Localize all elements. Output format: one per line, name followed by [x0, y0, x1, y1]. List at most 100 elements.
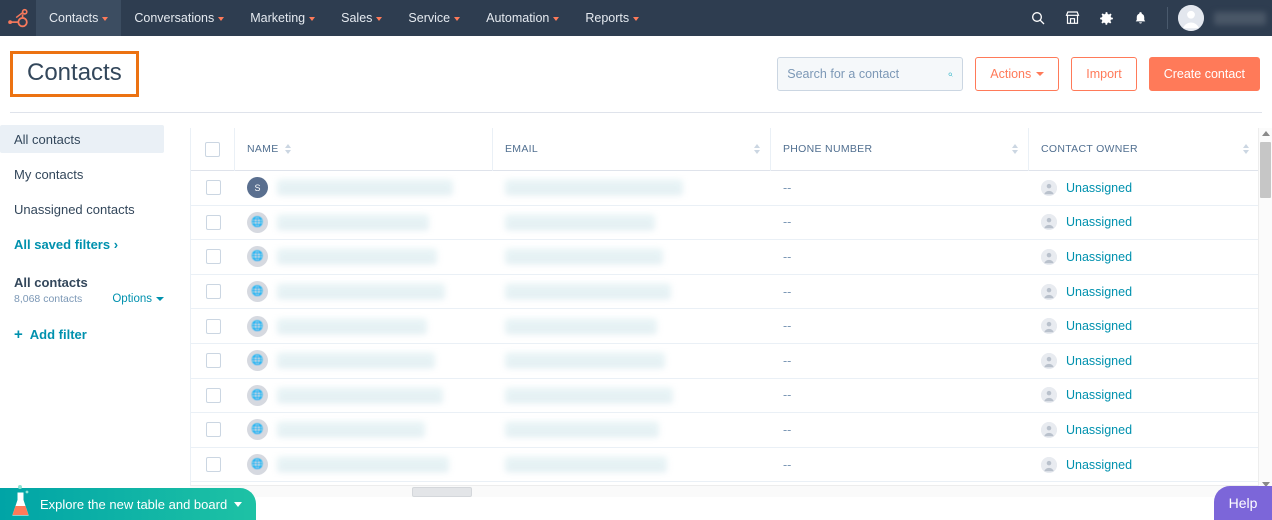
contact-owner-cell[interactable]: Unassigned	[1029, 274, 1258, 309]
row-checkbox[interactable]	[205, 457, 221, 473]
contact-email-redacted[interactable]	[505, 180, 683, 196]
scroll-up-icon[interactable]	[1262, 131, 1270, 136]
contact-owner-link[interactable]: Unassigned	[1066, 285, 1132, 299]
contact-name-redacted[interactable]	[277, 353, 435, 369]
sort-toggle[interactable]	[284, 144, 291, 154]
marketplace-icon[interactable]	[1055, 0, 1089, 36]
sort-toggle[interactable]	[1243, 144, 1249, 154]
email-cell[interactable]	[493, 205, 771, 240]
nav-item-service[interactable]: Service	[395, 0, 473, 36]
import-button[interactable]: Import	[1071, 57, 1137, 91]
table-row[interactable]: -- Unassigned	[191, 413, 1258, 448]
contact-email-redacted[interactable]	[505, 249, 663, 265]
name-cell[interactable]	[235, 240, 493, 275]
name-cell[interactable]	[235, 413, 493, 448]
contact-name-redacted[interactable]	[277, 214, 429, 230]
contact-name-redacted[interactable]	[277, 387, 443, 403]
vertical-scrollbar-thumb[interactable]	[1260, 142, 1271, 198]
vertical-scrollbar[interactable]	[1258, 128, 1272, 490]
contact-owner-cell[interactable]: Unassigned	[1029, 171, 1258, 206]
search-icon[interactable]	[1021, 0, 1055, 36]
contact-email-redacted[interactable]	[505, 353, 665, 369]
contact-owner-cell[interactable]: Unassigned	[1029, 447, 1258, 482]
column-header-contact-owner[interactable]: CONTACT OWNER	[1029, 128, 1258, 171]
nav-item-automation[interactable]: Automation	[473, 0, 572, 36]
table-row[interactable]: S -- Unassigned	[191, 171, 1258, 206]
contact-email-redacted[interactable]	[505, 318, 657, 334]
contact-name-redacted[interactable]	[277, 249, 437, 265]
contact-email-redacted[interactable]	[505, 284, 671, 300]
explore-new-table-banner[interactable]: Explore the new table and board	[0, 485, 257, 520]
sidebar-item-all-contacts[interactable]: All contacts	[0, 125, 164, 153]
sidebar-item-unassigned-contacts[interactable]: Unassigned contacts	[0, 195, 178, 223]
contact-owner-link[interactable]: Unassigned	[1066, 388, 1132, 402]
phone-number-cell[interactable]: --	[771, 343, 1029, 378]
horizontal-scrollbar[interactable]	[190, 485, 1258, 497]
nav-item-reports[interactable]: Reports	[572, 0, 652, 36]
row-checkbox[interactable]	[205, 249, 221, 265]
phone-number-cell[interactable]: --	[771, 274, 1029, 309]
phone-number-cell[interactable]: --	[771, 171, 1029, 206]
sort-toggle[interactable]	[754, 144, 760, 154]
table-row[interactable]: -- Unassigned	[191, 206, 1258, 241]
row-checkbox[interactable]	[205, 422, 221, 438]
phone-number-cell[interactable]: --	[771, 309, 1029, 344]
contact-name-redacted[interactable]	[277, 422, 425, 438]
select-all-checkbox[interactable]	[205, 141, 220, 157]
table-row[interactable]: -- Unassigned	[191, 448, 1258, 483]
phone-number-cell[interactable]: --	[771, 413, 1029, 448]
table-row[interactable]: -- Unassigned	[191, 275, 1258, 310]
email-cell[interactable]	[493, 413, 771, 448]
user-avatar[interactable]	[1178, 5, 1204, 31]
hubspot-logo[interactable]	[0, 0, 36, 36]
contact-email-redacted[interactable]	[505, 457, 667, 473]
contact-name-redacted[interactable]	[277, 180, 453, 196]
name-cell[interactable]	[235, 309, 493, 344]
email-cell[interactable]	[493, 343, 771, 378]
contact-owner-link[interactable]: Unassigned	[1066, 458, 1132, 472]
phone-number-cell[interactable]: --	[771, 378, 1029, 413]
contact-email-redacted[interactable]	[505, 214, 655, 230]
contact-search-box[interactable]	[777, 57, 964, 91]
column-header-phone-number[interactable]: PHONE NUMBER	[771, 128, 1029, 171]
contact-owner-link[interactable]: Unassigned	[1066, 319, 1132, 333]
row-checkbox[interactable]	[205, 214, 221, 230]
contact-owner-cell[interactable]: Unassigned	[1029, 309, 1258, 344]
contact-name-redacted[interactable]	[277, 457, 449, 473]
name-cell[interactable]: S	[235, 171, 493, 206]
name-cell[interactable]	[235, 274, 493, 309]
table-row[interactable]: -- Unassigned	[191, 344, 1258, 379]
actions-button[interactable]: Actions	[975, 57, 1060, 91]
email-cell[interactable]	[493, 274, 771, 309]
column-header-email[interactable]: EMAIL	[493, 128, 771, 171]
contact-owner-cell[interactable]: Unassigned	[1029, 413, 1258, 448]
table-row[interactable]: -- Unassigned	[191, 240, 1258, 275]
row-checkbox[interactable]	[205, 387, 221, 403]
phone-number-cell[interactable]: --	[771, 205, 1029, 240]
add-filter-button[interactable]: + Add filter	[14, 327, 178, 342]
row-checkbox[interactable]	[205, 284, 221, 300]
contact-email-redacted[interactable]	[505, 387, 673, 403]
search-icon[interactable]	[948, 67, 953, 82]
email-cell[interactable]	[493, 171, 771, 206]
help-button[interactable]: Help	[1214, 486, 1272, 520]
contact-owner-link[interactable]: Unassigned	[1066, 215, 1132, 229]
name-cell[interactable]	[235, 378, 493, 413]
email-cell[interactable]	[493, 447, 771, 482]
nav-item-marketing[interactable]: Marketing	[237, 0, 328, 36]
nav-item-contacts[interactable]: Contacts	[36, 0, 122, 36]
contact-owner-cell[interactable]: Unassigned	[1029, 240, 1258, 275]
all-saved-filters-link[interactable]: All saved filters ›	[0, 230, 178, 258]
row-checkbox[interactable]	[205, 180, 221, 196]
contact-name-redacted[interactable]	[277, 284, 445, 300]
contact-owner-link[interactable]: Unassigned	[1066, 354, 1132, 368]
contact-owner-link[interactable]: Unassigned	[1066, 423, 1132, 437]
column-header-name[interactable]: NAME	[235, 128, 493, 171]
horizontal-scrollbar-thumb[interactable]	[412, 487, 472, 497]
contact-owner-cell[interactable]: Unassigned	[1029, 378, 1258, 413]
contact-owner-cell[interactable]: Unassigned	[1029, 205, 1258, 240]
contact-email-redacted[interactable]	[505, 422, 659, 438]
table-row[interactable]: -- Unassigned	[191, 309, 1258, 344]
sidebar-item-my-contacts[interactable]: My contacts	[0, 160, 178, 188]
email-cell[interactable]	[493, 378, 771, 413]
